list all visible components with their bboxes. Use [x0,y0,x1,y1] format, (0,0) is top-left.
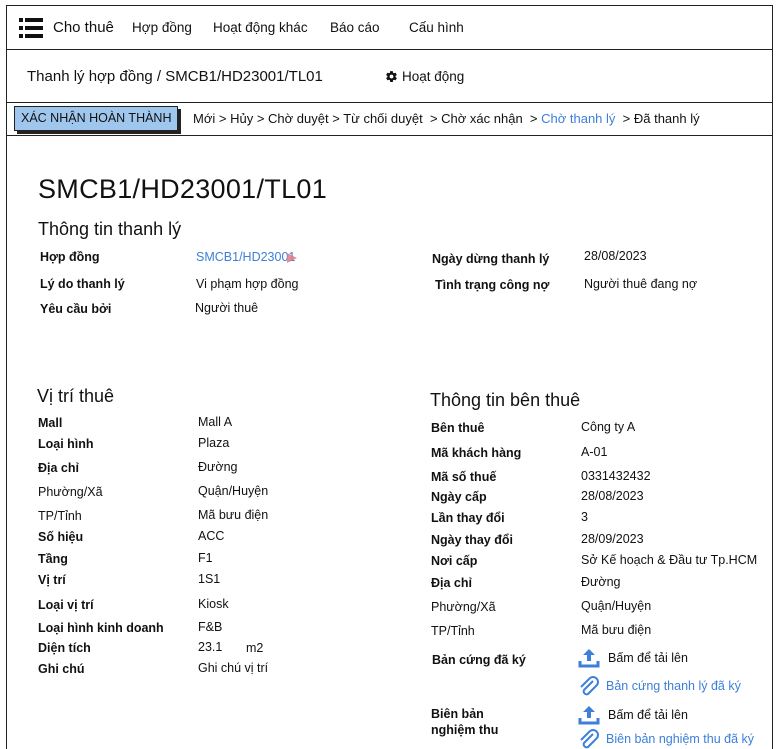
signed-copy-file-link[interactable]: Bản cứng thanh lý đã ký [578,676,741,696]
tenant-row-value: Sở Kế hoạch & Đầu tư Tp.HCM [581,553,758,567]
nav-contracts[interactable]: Hợp đồng [132,20,192,35]
location-row-value: F&B [198,620,223,634]
location-row-label: Vị trí [38,573,66,587]
tenant-row-value: 3 [581,510,588,524]
location-row-value: 23.1 [198,640,223,654]
acceptance-label-line1: Biên bản [431,707,484,721]
step-pending-confirmation[interactable]: Chờ xác nhận [441,111,523,126]
contract-label: Hợp đồng [40,250,100,264]
location-row-value: Mall A [198,415,233,429]
acceptance-label-line2: nghiệm thu [431,723,499,737]
location-row-value: Quận/Huyện [198,484,269,498]
location-row-value: ACC [198,529,225,543]
area-unit: m2 [246,641,264,655]
location-row-value: F1 [198,551,213,565]
tenant-row-label: Nơi cấp [431,554,478,568]
signed-copy-label: Bản cứng đã ký [432,653,526,667]
location-row-label: Phường/Xã [38,485,103,499]
app-brand[interactable]: Cho thuê [53,19,114,36]
tenant-row-value: Mã bưu điện [581,623,652,637]
step-pending-liquidation[interactable]: Chờ thanh lý [541,111,615,126]
location-row-value: Mã bưu điện [198,508,269,522]
tenant-row-label: Mã khách hàng [431,446,522,460]
nav-reports[interactable]: Báo cáo [330,20,380,35]
tenant-row-label: Địa chỉ [431,576,472,590]
signed-copy-upload-label: Bấm để tải lên [608,651,688,665]
tenant-row-label: Phường/Xã [431,600,496,614]
location-row-value: Ghi chú vị trí [198,661,269,675]
tenant-row-value: 0331432432 [581,469,651,483]
location-row-value: Đường [198,460,238,474]
upload-icon [578,649,600,668]
acceptance-upload-button[interactable]: Bấm để tải lên [578,704,688,726]
location-row-label: Tầng [38,552,68,566]
location-row-label: Loại hình kinh doanh [38,621,164,635]
nav-settings[interactable]: Cấu hình [409,20,464,35]
location-row-label: Diện tích [38,641,91,655]
step-pending-approval[interactable]: Chờ duyệt [268,111,329,126]
tenant-row-label: Bên thuê [431,421,485,435]
confirm-complete-button[interactable]: XÁC NHẬN HOÀN THÀNH [14,106,179,131]
title-bar: Thanh lý hợp đồng / SMCB1/HD23001/TL01 H… [6,50,773,102]
tenant-row-value: Đường [581,575,621,589]
location-row-value: Plaza [198,436,230,450]
reason-label: Lý do thanh lý [40,277,125,291]
liquidation-section-title: Thông tin thanh lý [38,219,182,239]
top-nav-bar: Cho thuê Hợp đồng Hoạt động khác Báo cáo… [6,5,773,50]
stop-date-value: 28/08/2023 [584,249,647,263]
tenant-row-value: Quận/Huyện [581,599,652,613]
requested-by-label: Yêu cầu bởi [40,302,112,316]
tenant-section-title: Thông tin bên thuê [430,390,581,410]
tenant-row-value: A-01 [581,445,608,459]
tenant-row-label: Mã số thuế [431,470,497,484]
upload-icon [578,706,600,725]
breadcrumb: Thanh lý hợp đồng / SMCB1/HD23001/TL01 [27,68,323,85]
location-row-label: Loại hình [38,437,94,451]
location-row-label: Mall [38,416,63,430]
status-steps: Mới > Hủy > Chờ duyệt > Từ chối duyệt > … [193,111,700,126]
tenant-row-value: 28/09/2023 [581,532,644,546]
debt-status-value: Người thuê đang nợ [584,277,698,291]
step-new[interactable]: Mới [193,111,215,126]
location-row-label: Loại vị trí [38,598,94,612]
document-title: SMCB1/HD23001/TL01 [38,174,328,204]
acceptance-file-name: Biên bản nghiệm thu đã ký [606,732,755,746]
step-cancel[interactable]: Hủy [230,111,253,126]
requested-by-value: Người thuê [195,301,259,315]
status-bar: XÁC NHẬN HOÀN THÀNH Mới > Hủy > Chờ duyệ… [6,102,773,136]
acceptance-upload-label: Bấm để tải lên [608,708,688,722]
signed-copy-file-name: Bản cứng thanh lý đã ký [606,679,741,693]
tenant-row-label: TP/Tỉnh [431,624,475,638]
activity-label: Hoạt động [402,69,465,84]
location-section-title: Vị trí thuê [37,386,115,406]
stop-date-label: Ngày dừng thanh lý [432,252,550,266]
location-row-label: TP/Tỉnh [38,509,82,523]
tenant-row-label: Lần thay đổi [431,511,505,525]
contract-link[interactable]: SMCB1/HD23001 [196,250,295,264]
location-row-value: 1S1 [198,572,221,586]
reason-value: Vi phạm hợp đồng [196,277,299,291]
location-row-label: Địa chỉ [38,461,79,475]
debt-status-label: Tình trạng công nợ [435,278,550,292]
paperclip-icon [580,729,599,749]
acceptance-file-link[interactable]: Biên bản nghiệm thu đã ký [578,729,754,749]
tenant-row-label: Ngày cấp [431,490,487,504]
nav-other-activities[interactable]: Hoạt động khác [213,20,308,35]
activity-button[interactable]: Hoạt động [385,69,464,84]
tenant-row-value: 28/08/2023 [581,489,644,503]
location-row-value: Kiosk [198,597,229,611]
paperclip-icon [580,676,599,696]
location-row-label: Số hiệu [38,530,84,544]
step-rejected[interactable]: Từ chối duyệt [343,111,423,126]
location-row-label: Ghi chú [38,662,85,676]
cursor-flag-icon [287,253,297,263]
step-liquidated[interactable]: Đã thanh lý [634,111,700,126]
signed-copy-upload-button[interactable]: Bấm để tải lên [578,647,688,669]
menu-icon[interactable] [19,18,43,38]
tenant-row-label: Ngày thay đổi [431,533,513,547]
tenant-row-value: Công ty A [581,420,636,434]
gear-icon [386,71,397,82]
